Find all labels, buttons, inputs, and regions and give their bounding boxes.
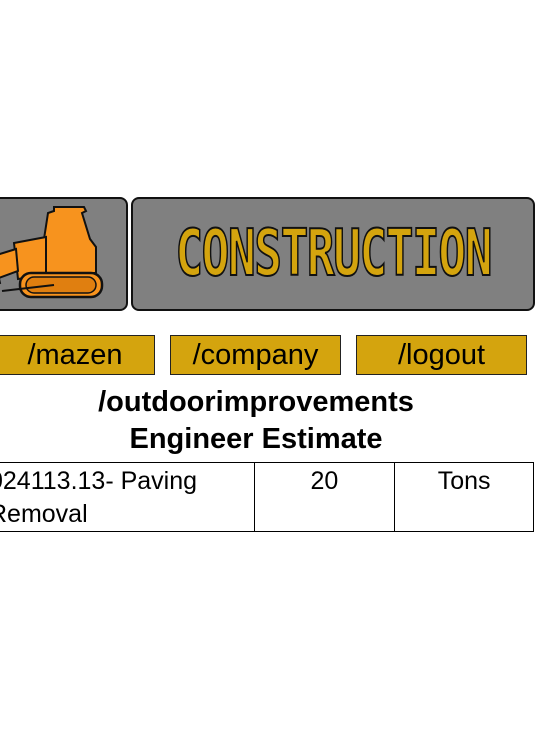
item-line-1: 024113.13- Paving [0,467,198,495]
nav-company-button[interactable]: /company [170,335,341,375]
table-row: 024113.13- Paving Removal 20 Tons [0,462,534,532]
estimate-table: 024113.13- Paving Removal 20 Tons [0,462,534,532]
logo-wordmark-panel: CONSTRUCTION [131,197,535,311]
quantity-cell: 20 [253,462,396,532]
nav-logout-button[interactable]: /logout [356,335,527,375]
nav-user-button[interactable]: /mazen [0,335,155,375]
bulldozer-icon [0,206,104,299]
logo-machine-panel [0,197,128,311]
page-title: /outdoorimprovements [98,386,414,418]
item-cell: 024113.13- Paving Removal [0,462,255,532]
logo-wordmark: CONSTRUCTION [174,217,493,291]
item-line-2: Removal [0,500,88,528]
unit-cell: Tons [394,462,534,532]
page-subtitle: Engineer Estimate [129,423,383,455]
